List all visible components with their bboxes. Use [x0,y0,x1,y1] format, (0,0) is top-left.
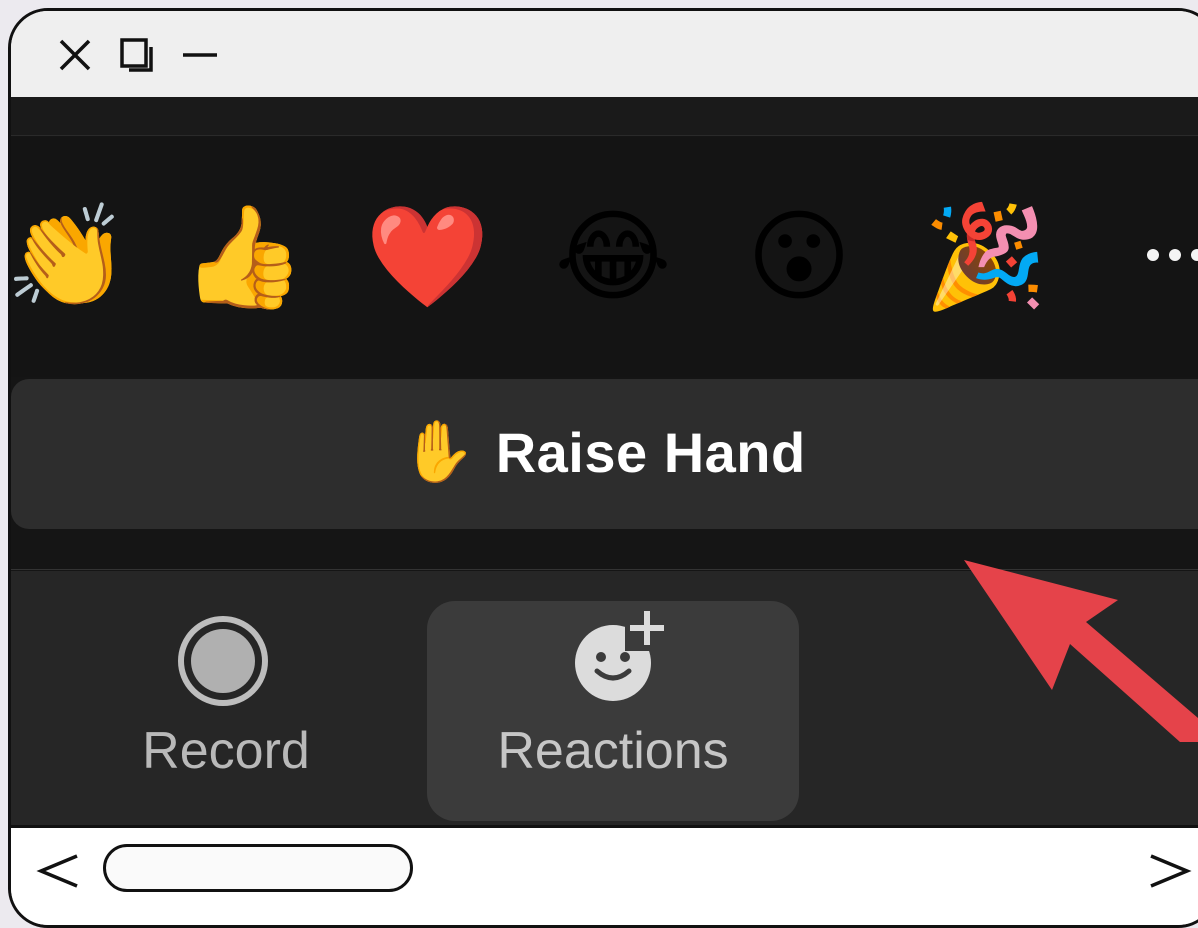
meeting-toolbar: Record Reactions [11,571,1198,825]
minimize-icon[interactable] [179,35,219,75]
scrollbar-thumb[interactable] [103,844,413,892]
party-popper-icon[interactable]: 🎉 [923,197,1048,317]
reactions-row: 👏 👍 ❤️ 😂 😮 🎉 [11,137,1198,377]
raise-hand-label: Raise Hand [495,420,806,484]
panel-divider-strip [11,529,1198,570]
reactions-panel: 👏 👍 ❤️ 😂 😮 🎉 ✋ Raise Hand Record Reactio… [11,97,1198,825]
panel-top-strip [11,97,1198,136]
ellipsis-icon[interactable] [1147,249,1198,261]
heart-icon[interactable]: ❤️ [365,197,490,317]
restore-icon[interactable] [117,35,157,75]
thumbs-up-icon[interactable]: 👍 [181,197,306,317]
horizontal-scrollbar[interactable] [11,825,1198,925]
close-icon[interactable] [55,35,95,75]
reactions-label: Reactions [497,722,729,780]
scroll-right-icon[interactable] [1145,846,1195,896]
clapping-hands-icon[interactable]: 👏 [11,197,130,317]
record-icon [178,616,268,706]
add-reaction-icon [575,611,665,701]
record-label: Record [142,722,310,780]
open-mouth-icon[interactable]: 😮 [739,197,859,317]
title-bar [11,11,1198,97]
raised-hand-icon: ✋ [401,417,476,487]
scroll-left-icon[interactable] [33,846,83,896]
app-window: 👏 👍 ❤️ 😂 😮 🎉 ✋ Raise Hand Record Reactio… [8,8,1198,928]
raise-hand-button[interactable]: ✋ Raise Hand [11,379,1198,529]
tears-of-joy-icon[interactable]: 😂 [553,197,673,317]
reactions-button[interactable]: Reactions [427,601,799,821]
